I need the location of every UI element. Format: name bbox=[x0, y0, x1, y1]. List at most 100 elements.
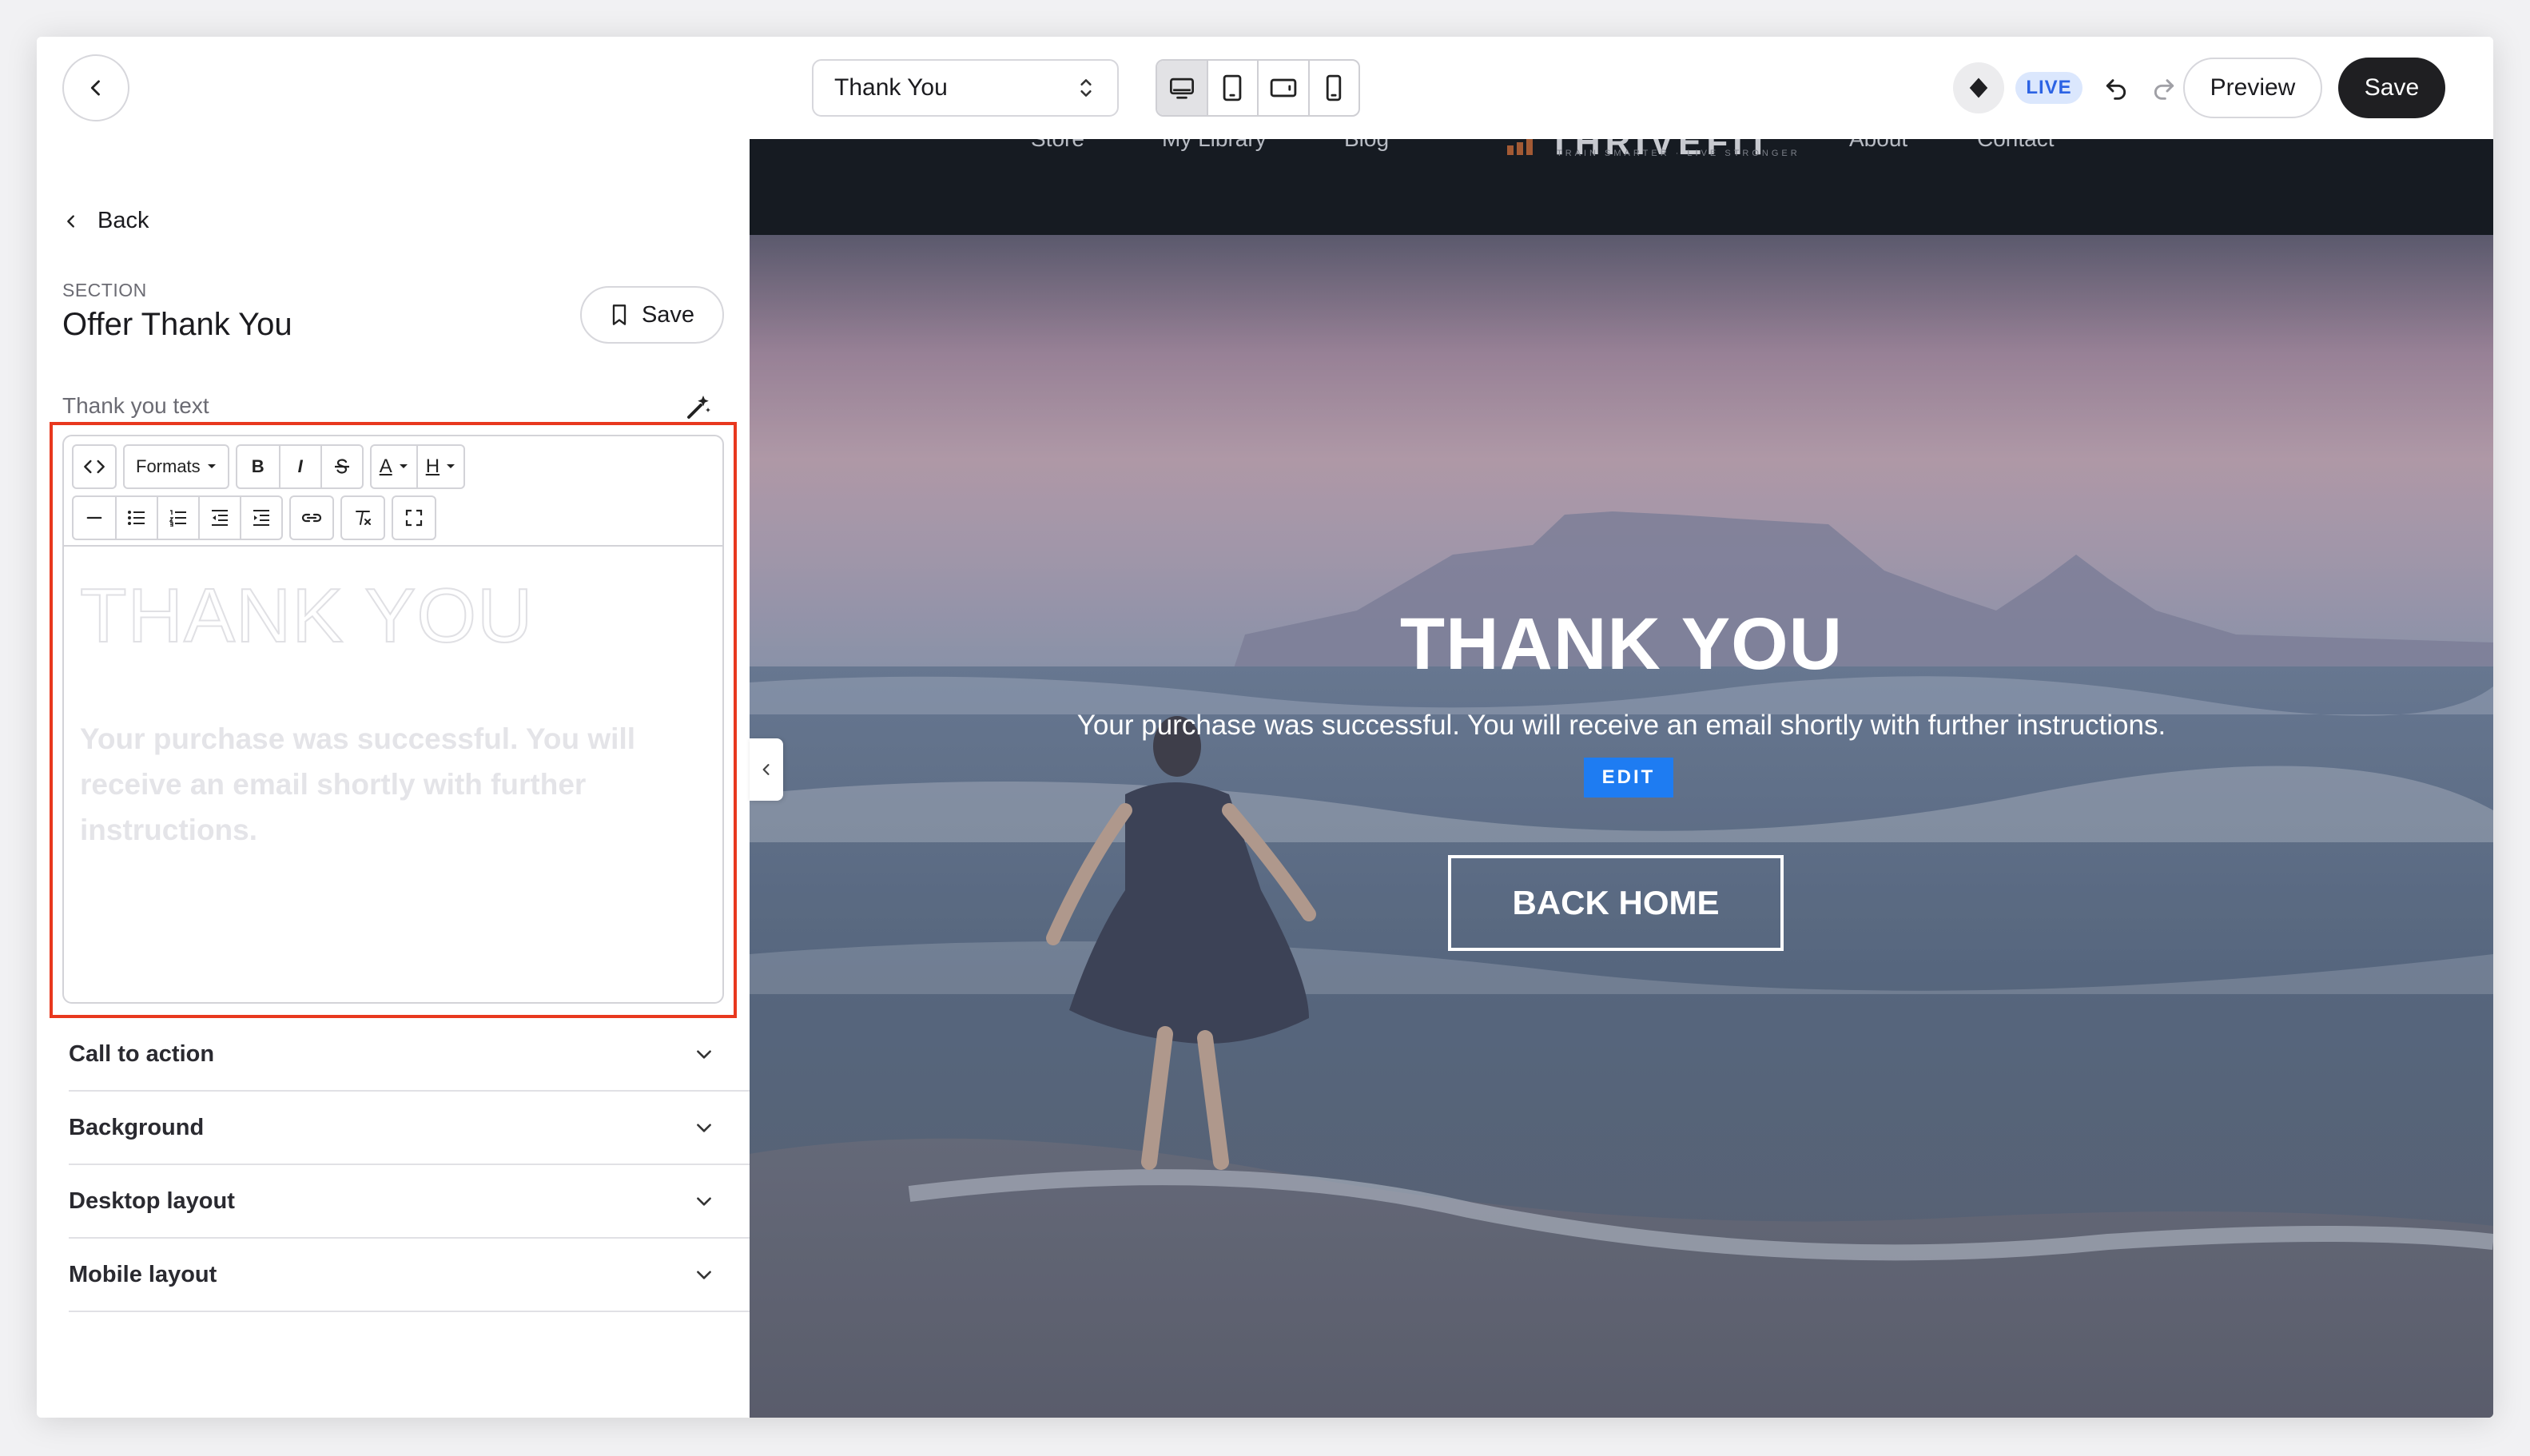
block-group bbox=[72, 495, 283, 540]
save-button[interactable]: Save bbox=[2338, 58, 2445, 118]
source-code-button[interactable] bbox=[74, 446, 115, 487]
fullscreen-group bbox=[392, 495, 436, 540]
mobile-view-button[interactable] bbox=[1307, 61, 1359, 115]
chevron-left-icon bbox=[762, 764, 770, 775]
nav-link[interactable]: My Library bbox=[1162, 139, 1267, 152]
edit-badge[interactable]: EDIT bbox=[1584, 758, 1673, 798]
accordion-desktop-layout[interactable]: Desktop layout bbox=[69, 1165, 750, 1239]
page-selector[interactable]: Thank You bbox=[812, 59, 1119, 117]
section-title: Offer Thank You bbox=[62, 307, 292, 342]
chevron-down-icon bbox=[697, 1050, 711, 1059]
mobile-icon bbox=[1327, 74, 1342, 101]
caret-down-icon bbox=[447, 464, 455, 468]
highlight-glyph: H bbox=[425, 455, 440, 477]
save-section-button[interactable]: Save bbox=[580, 286, 724, 344]
link-group bbox=[289, 495, 334, 540]
accordion-mobile-layout[interactable]: Mobile layout bbox=[69, 1239, 750, 1312]
page-selector-value: Thank You bbox=[834, 74, 948, 101]
accordion-label: Mobile layout bbox=[69, 1261, 217, 1287]
highlight-color-button[interactable]: H bbox=[416, 446, 463, 487]
numbered-list-icon bbox=[169, 510, 186, 527]
device-switcher bbox=[1156, 59, 1360, 117]
nav-link[interactable]: Contact bbox=[1977, 139, 2055, 152]
formats-label: Formats bbox=[136, 456, 201, 476]
insert-link-button[interactable] bbox=[291, 497, 332, 539]
field-label: Thank you text bbox=[62, 393, 209, 418]
code-group bbox=[72, 444, 117, 489]
bold-button[interactable]: B bbox=[237, 446, 279, 487]
site-header: Store My Library Blog THRIVEFIT TRAIN SM… bbox=[750, 139, 2493, 235]
bullet-list-icon bbox=[128, 511, 145, 525]
bullet-list-button[interactable] bbox=[115, 497, 157, 539]
chevron-down-icon bbox=[697, 1271, 711, 1279]
formats-group: Formats bbox=[123, 444, 229, 489]
collapse-panel-button[interactable] bbox=[750, 738, 783, 801]
editor-body-text[interactable]: Your purchase was successful. You will r… bbox=[80, 716, 655, 853]
redo-icon bbox=[2154, 79, 2174, 100]
accordion-label: Background bbox=[69, 1114, 205, 1140]
nav-link[interactable]: Blog bbox=[1344, 139, 1389, 152]
tablet-icon bbox=[1223, 74, 1242, 101]
live-status-badge: LIVE bbox=[2015, 72, 2082, 104]
upgrade-button[interactable] bbox=[1953, 62, 2004, 113]
indent-icon bbox=[253, 510, 269, 526]
desktop-icon bbox=[1169, 78, 1194, 99]
bookmark-icon bbox=[612, 304, 627, 325]
outdent-icon bbox=[212, 510, 228, 526]
outdent-button[interactable] bbox=[198, 497, 240, 539]
horizontal-rule-button[interactable] bbox=[74, 497, 115, 539]
accordion-call-to-action[interactable]: Call to action bbox=[69, 1018, 750, 1092]
tablet-portrait-view-button[interactable] bbox=[1206, 61, 1258, 115]
hero-section[interactable]: THANK YOU Your purchase was successful. … bbox=[750, 235, 2493, 1418]
fullscreen-button[interactable] bbox=[393, 497, 435, 539]
chevron-left-icon bbox=[90, 80, 100, 96]
undo-icon bbox=[2106, 79, 2126, 100]
bold-glyph: B bbox=[251, 456, 265, 476]
caret-down-icon bbox=[207, 464, 216, 468]
numbered-list-button[interactable] bbox=[157, 497, 198, 539]
chevron-up-down-icon bbox=[1080, 79, 1092, 97]
back-home-button[interactable]: BACK HOME bbox=[1448, 855, 1784, 951]
magic-wand-icon bbox=[687, 396, 710, 419]
back-label: Back bbox=[97, 208, 149, 233]
desktop-view-button[interactable] bbox=[1157, 61, 1207, 115]
nav-link[interactable]: Store bbox=[1031, 139, 1084, 152]
chevron-down-icon bbox=[697, 1124, 711, 1132]
text-style-group: B I bbox=[235, 444, 364, 489]
formats-dropdown[interactable]: Formats bbox=[125, 446, 228, 487]
accordion-label: Desktop layout bbox=[69, 1187, 235, 1214]
preview-button[interactable]: Preview bbox=[2183, 58, 2322, 118]
redo-button[interactable] bbox=[2148, 72, 2180, 104]
fullscreen-icon bbox=[405, 509, 423, 527]
clear-group bbox=[340, 495, 385, 540]
strikethrough-icon bbox=[334, 459, 349, 474]
ai-magic-button[interactable] bbox=[684, 393, 716, 425]
caret-down-icon bbox=[399, 464, 408, 468]
clear-formatting-button[interactable] bbox=[342, 497, 384, 539]
editor-window: Thank You LIVE Preview Save Back SECTION… bbox=[37, 37, 2493, 1418]
exit-button[interactable] bbox=[62, 54, 129, 121]
tablet-landscape-view-button[interactable] bbox=[1257, 61, 1308, 115]
code-icon bbox=[84, 459, 105, 474]
editor-toolbar-row-1: Formats B I A H bbox=[72, 444, 466, 489]
strikethrough-button[interactable] bbox=[320, 446, 362, 487]
site-logo-tagline: TRAIN SMARTER · LIVE STRONGER bbox=[1557, 149, 1800, 158]
back-link[interactable]: Back bbox=[62, 208, 149, 234]
italic-glyph: I bbox=[297, 456, 303, 476]
font-color-button[interactable]: A bbox=[372, 446, 416, 487]
nav-link[interactable]: About bbox=[1849, 139, 1907, 152]
hero-background-image bbox=[750, 235, 2493, 1418]
rich-text-editor[interactable]: Formats B I A H THANK YOU Your purchase … bbox=[62, 435, 724, 1004]
hero-title[interactable]: THANK YOU bbox=[750, 603, 2493, 686]
italic-button[interactable]: I bbox=[278, 446, 320, 487]
link-icon bbox=[301, 513, 322, 523]
top-bar: Thank You LIVE Preview Save bbox=[37, 37, 2493, 139]
undo-button[interactable] bbox=[2100, 72, 2132, 104]
editor-toolbar-row-2 bbox=[72, 495, 436, 540]
accordion-background[interactable]: Background bbox=[69, 1092, 750, 1165]
editor-title-text[interactable]: THANK YOU bbox=[79, 572, 533, 660]
hero-subtitle[interactable]: Your purchase was successful. You will r… bbox=[750, 710, 2493, 742]
indent-button[interactable] bbox=[240, 497, 281, 539]
save-section-label: Save bbox=[641, 301, 695, 328]
color-group: A H bbox=[369, 444, 466, 489]
